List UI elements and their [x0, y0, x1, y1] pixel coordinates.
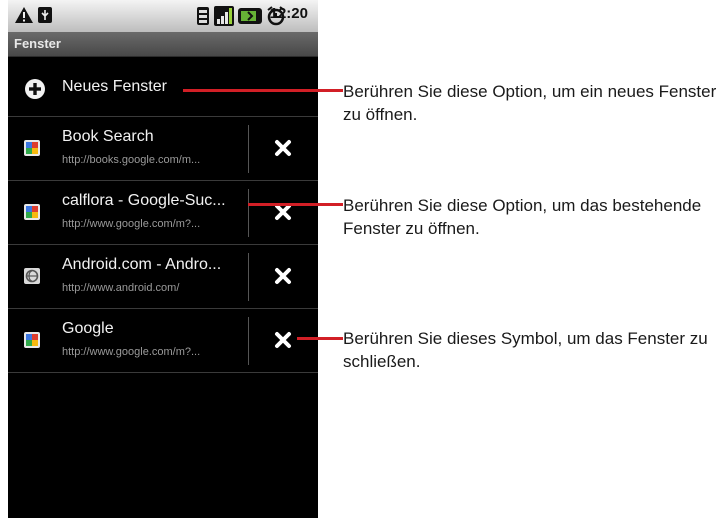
leader-line	[248, 203, 343, 206]
sd-card-icon	[197, 7, 209, 25]
window-url: http://www.android.com/	[62, 282, 180, 294]
callout-new-window: Berühren Sie diese Option, um ein neues …	[343, 82, 717, 124]
window-title: Android.com - Andro...	[62, 256, 222, 273]
window-title: Google	[62, 320, 114, 337]
vertical-separator	[248, 125, 249, 173]
close-icon[interactable]	[270, 327, 296, 353]
vertical-separator	[248, 317, 249, 365]
divider	[8, 372, 318, 373]
window-title: calflora - Google-Suc...	[62, 192, 226, 209]
window-item[interactable]: Android.com - Andro... http://www.androi…	[8, 245, 318, 308]
alert-icon	[15, 7, 33, 23]
battery-icon	[238, 8, 262, 24]
window-url: http://www.google.com/m?...	[62, 218, 201, 230]
vertical-separator	[248, 253, 249, 301]
plus-icon	[25, 79, 45, 99]
leader-line	[297, 337, 343, 340]
google-favicon	[24, 140, 40, 156]
callout-open-window: Berühren Sie diese Option, um das besteh…	[343, 196, 702, 238]
phone-screen: 12:20 Fenster Neues Fenster Book Search …	[8, 0, 318, 518]
globe-icon	[24, 268, 40, 284]
window-url: http://www.google.com/m?...	[62, 346, 201, 358]
leader-line	[183, 89, 343, 92]
vertical-separator	[248, 189, 249, 237]
callout-close-window: Berühren Sie dieses Symbol, um das Fenst…	[343, 329, 708, 371]
window-title: Book Search	[62, 128, 154, 145]
new-window-label: Neues Fenster	[62, 78, 167, 95]
clock: 12:20	[269, 5, 308, 22]
window-item[interactable]: Google http://www.google.com/m?...	[8, 309, 318, 372]
close-icon[interactable]	[270, 263, 296, 289]
close-icon[interactable]	[270, 135, 296, 161]
window-item[interactable]: calflora - Google-Suc... http://www.goog…	[8, 181, 318, 244]
page-title: Fenster	[14, 36, 61, 51]
window-item[interactable]: Book Search http://books.google.com/m...	[8, 117, 318, 180]
usb-icon	[38, 7, 52, 23]
status-bar: 12:20	[8, 0, 318, 32]
google-favicon	[24, 204, 40, 220]
google-favicon	[24, 332, 40, 348]
signal-icon	[214, 6, 234, 26]
title-bar: Fenster	[8, 32, 318, 57]
window-url: http://books.google.com/m...	[62, 154, 201, 166]
